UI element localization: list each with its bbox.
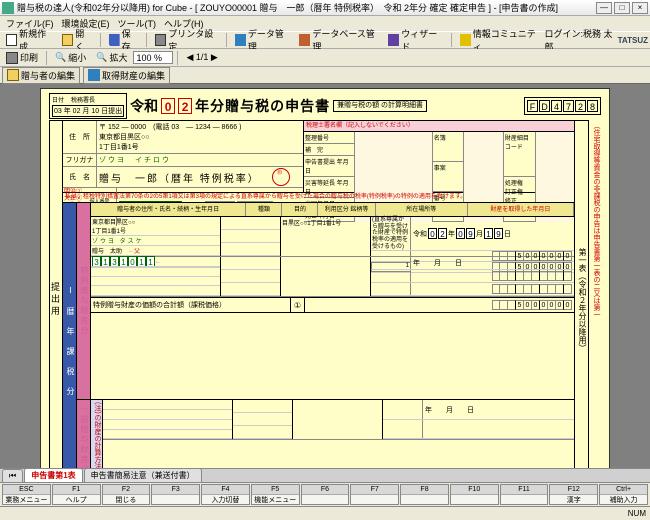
property-table: 贈与者の住所・氏名・続柄・生年月日 種類 目的 利用区分 銘柄等 所在場所等 財… xyxy=(91,203,574,399)
property-row-1[interactable]: 東京都目黒区○○ 1丁目1番1号 ゾウヨ タスケ 贈与 太助 ←父 313101… xyxy=(91,217,574,257)
fkey-f3[interactable]: F3 xyxy=(151,484,200,505)
tab-form1[interactable]: 申告書第1表 xyxy=(24,468,82,482)
era-label: 令和 xyxy=(130,96,158,116)
save-icon xyxy=(109,34,120,46)
wizard-icon xyxy=(388,34,399,46)
section-bar-general: 一般贈与財産分 xyxy=(77,400,91,468)
property-location: 目黒区○○1丁目1番1号 xyxy=(281,217,371,256)
section-bar-special: 特例贈与財産分 xyxy=(77,203,91,399)
fkey-f1[interactable]: F1ヘルプ xyxy=(52,484,101,505)
edit-property-button[interactable]: 取得財産の編集 xyxy=(83,67,170,84)
total-amount: 5000000 xyxy=(305,298,574,312)
window-title: 贈与税の達人(令和02年分以降用) for Cube - [ ZOUYO0000… xyxy=(17,1,596,14)
edit-donor-button[interactable]: 贈与者の編集 xyxy=(2,67,80,84)
info-icon xyxy=(460,34,471,46)
zoom-in-button[interactable]: 🔍拡大 xyxy=(92,49,131,66)
statusbar: NUM xyxy=(0,506,650,520)
gift-tax-form: 日付 税務署長 03 年 02 月 10 日提出 令和 02 年分贈与税の申告書… xyxy=(41,89,609,468)
section-bar-category: Ⅰ 暦 年 課 税 分 xyxy=(63,203,77,468)
function-key-bar: ESC業務メニュー F1ヘルプ F2閉じる F3 F4入力切替 F5機能メニュー… xyxy=(0,482,650,506)
numlock-indicator: NUM xyxy=(628,509,646,518)
person-icon xyxy=(7,69,19,81)
fkey-f5[interactable]: F5機能メニュー xyxy=(251,484,300,505)
fkey-f4[interactable]: F4入力切替 xyxy=(201,484,250,505)
declarant-block: 住 所 〒 152 — 0000 (電話 03 — 1234 — 8666 ) … xyxy=(63,121,574,193)
form-subtitle: 兼贈与税の額 の計算明細書 xyxy=(333,100,427,112)
page-nav[interactable]: ◀ 1/1 ▶ xyxy=(182,50,221,65)
name-label: 氏 名 xyxy=(63,167,97,187)
right-vertical-label: 第一表（令和２年分以降用） xyxy=(575,120,589,468)
property-row-3[interactable]: 年 月 日 xyxy=(103,400,574,440)
brand-logo: TATSUZ xyxy=(618,36,648,45)
print-button[interactable]: 印刷 xyxy=(2,49,42,66)
declaration-text: 私は、租税特別措置法第70条の2の5第1項又は第3項の規定による直系尊属から贈与… xyxy=(63,193,574,203)
titlebar: 贈与税の達人(令和02年分以降用) for Cube - [ ZOUYO0000… xyxy=(0,0,650,16)
document-tabs: ⏮ 申告書第1表 申告書簡易注意（兼送付書） xyxy=(0,468,650,482)
form-title: 年分贈与税の申告書 xyxy=(195,96,330,116)
close-button[interactable]: × xyxy=(632,2,648,14)
form-sheet: 日付 税務署長 03 年 02 月 10 日提出 令和 02 年分贈与税の申告書… xyxy=(40,88,610,468)
fkey-f11[interactable]: F11 xyxy=(500,484,549,505)
office-use-block: 税理士署名欄（記入しないでください） 整理番号 補 完 申告書提出 年月日 災害… xyxy=(303,121,574,192)
right-vertical-note: （住宅取得等資金の非課税の申告は申告書第一表の二又は第一 xyxy=(589,120,601,468)
fkey-f12[interactable]: F12漢字 xyxy=(549,484,598,505)
minimize-button[interactable]: — xyxy=(596,2,612,14)
property-icon xyxy=(88,69,100,81)
zoom-out-button[interactable]: 🔍縮小 xyxy=(51,49,90,66)
donor-info: 東京都目黒区○○ 1丁目1番1号 ゾウヨ タスケ 贈与 太助 ←父 313101… xyxy=(91,217,221,256)
fd-number-box: FD4728 xyxy=(524,97,601,115)
year-digit: 2 xyxy=(178,98,192,114)
left-vertical-label: 提出用 xyxy=(49,120,63,468)
database-icon xyxy=(299,34,310,46)
window-buttons: — □ × xyxy=(596,2,648,14)
office-use-header: 税理士署名欄（記入しないでください） xyxy=(304,121,574,132)
fkey-esc[interactable]: ESC業務メニュー xyxy=(2,484,51,505)
fkey-f6[interactable]: F6 xyxy=(301,484,350,505)
toolbar-edit: 贈与者の編集 取得財産の編集 xyxy=(0,67,650,84)
fkey-ctrl[interactable]: Ctrl+補助入力 xyxy=(599,484,648,505)
submit-date-box: 日付 税務署長 03 年 02 月 10 日提出 xyxy=(49,93,127,119)
app-icon xyxy=(2,2,14,14)
toolbar-main: 新規作成 開く 保存 プリンタ設定 データ管理 データベース管理 ウィザード 情… xyxy=(0,31,650,49)
furigana-label: フリガナ xyxy=(63,154,97,166)
toolbar-view: 印刷 🔍縮小 🔍拡大 ◀ 1/1 ▶ xyxy=(0,49,650,67)
property-row-2[interactable]: 年 月 日 xyxy=(91,257,574,297)
address-value[interactable]: 〒 152 — 0000 (電話 03 — 1234 — 8666 ) 東京都目… xyxy=(97,121,303,153)
total-row: 特例贈与財産の価額の合計額（課税価格） ① 5000000 xyxy=(91,297,574,313)
form-header: 日付 税務署長 03 年 02 月 10 日提出 令和 02 年分贈与税の申告書… xyxy=(49,95,601,117)
year-digit: 0 xyxy=(161,98,175,114)
data-icon xyxy=(235,34,246,46)
form-body: 提出用 住 所 〒 152 — 0000 (電話 03 — 1234 — 866… xyxy=(49,120,601,468)
fkey-f2[interactable]: F2閉じる xyxy=(102,484,151,505)
address-label: 住 所 xyxy=(63,121,97,153)
open-icon xyxy=(62,34,73,46)
furigana-value[interactable]: ゾウヨ イチロウ xyxy=(97,154,303,166)
zoom-input[interactable] xyxy=(133,51,173,64)
section-note: (注)の財産の計算方法等 xyxy=(91,400,103,468)
declarant-left: 住 所 〒 152 — 0000 (電話 03 — 1234 — 8666 ) … xyxy=(63,121,303,192)
property-section: Ⅰ 暦 年 課 税 分 特例贈与財産分 贈与者の住所・氏名・続柄・生年月日 種類… xyxy=(63,203,574,468)
printer-icon xyxy=(155,34,166,46)
maximize-button[interactable]: □ xyxy=(614,2,630,14)
fkey-f8[interactable]: F8 xyxy=(400,484,449,505)
new-icon xyxy=(6,34,17,46)
fkey-f7[interactable]: F7 xyxy=(350,484,399,505)
name-value[interactable]: 贈与 一郎（暦年 特例税率） ㊞ xyxy=(97,167,303,187)
main-form-area: 住 所 〒 152 — 0000 (電話 03 — 1234 — 8666 ) … xyxy=(63,120,575,468)
tab-notes[interactable]: 申告書簡易注意（兼送付書） xyxy=(84,468,202,482)
acquisition-date: 令和 02年09月19日 xyxy=(411,217,513,250)
print-icon xyxy=(6,52,18,64)
fkey-f10[interactable]: F10 xyxy=(450,484,499,505)
seal-icon: ㊞ xyxy=(272,168,290,186)
property-table-header: 贈与者の住所・氏名・続柄・生年月日 種類 目的 利用区分 銘柄等 所在場所等 財… xyxy=(91,203,574,217)
workspace: 日付 税務署長 03 年 02 月 10 日提出 令和 02 年分贈与税の申告書… xyxy=(0,84,650,468)
tab-first[interactable]: ⏮ xyxy=(2,469,23,482)
